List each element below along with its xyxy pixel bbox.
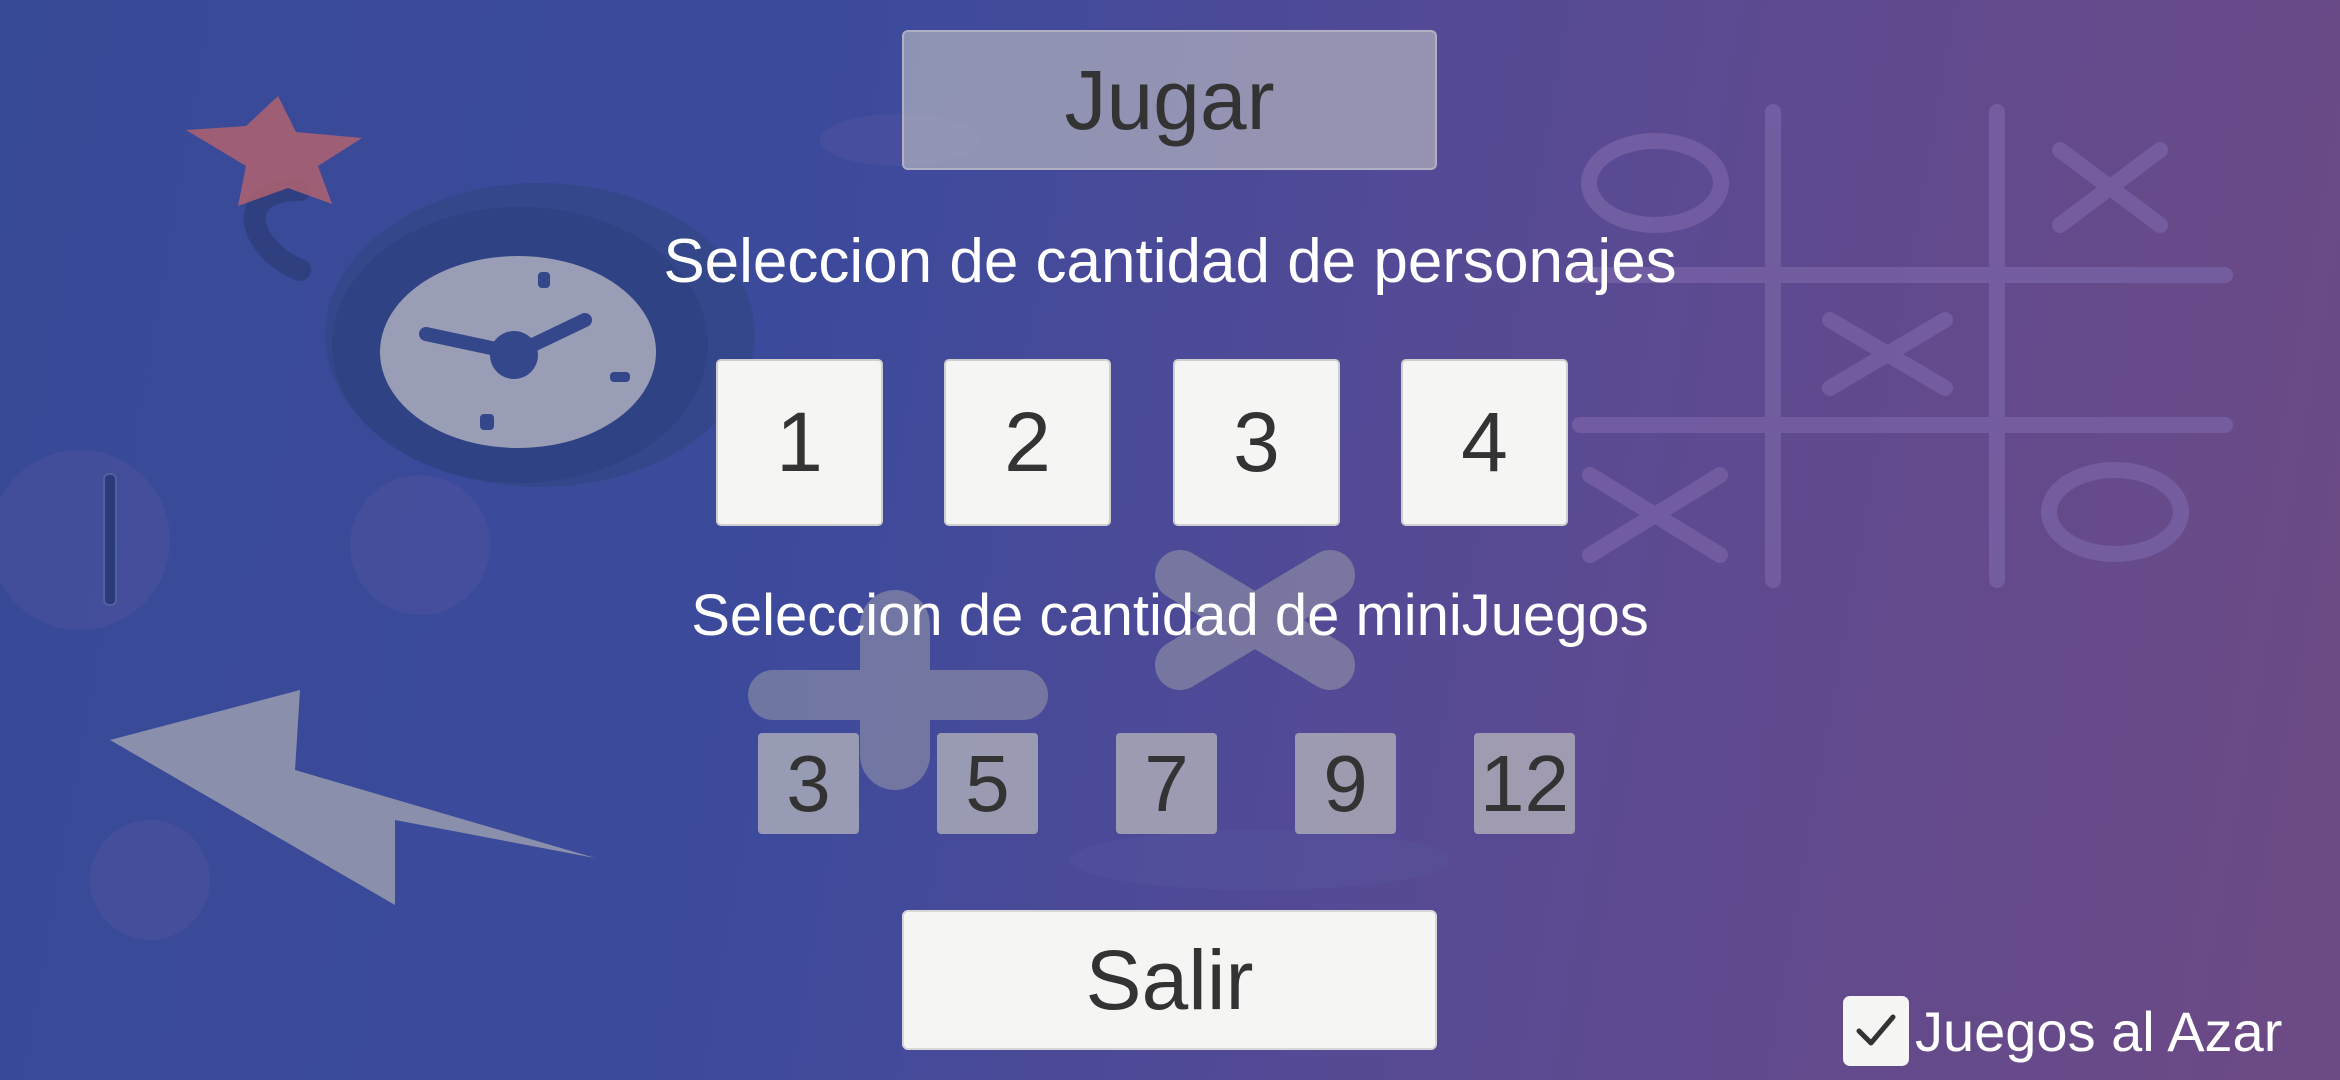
- check-icon: [1856, 1014, 1896, 1046]
- minigame-count-3-button[interactable]: 3: [758, 733, 859, 834]
- minigame-count-5-button[interactable]: 5: [937, 733, 1038, 834]
- character-count-4-button[interactable]: 4: [1401, 359, 1568, 526]
- character-count-1-button[interactable]: 1: [716, 359, 883, 526]
- play-button[interactable]: Jugar: [902, 30, 1437, 170]
- character-count-2-button[interactable]: 2: [944, 359, 1111, 526]
- random-games-toggle[interactable]: Juegos al Azar: [1843, 995, 2282, 1067]
- minigame-count-7-button[interactable]: 7: [1116, 733, 1217, 834]
- character-count-3-button[interactable]: 3: [1173, 359, 1340, 526]
- characters-heading: Seleccion de cantidad de personajes: [663, 227, 1677, 296]
- minigame-count-9-button[interactable]: 9: [1295, 733, 1396, 834]
- side-scroll-handle[interactable]: [103, 473, 117, 606]
- random-games-label: Juegos al Azar: [1915, 999, 2283, 1063]
- random-games-checkbox[interactable]: [1843, 996, 1909, 1066]
- minigames-heading: Seleccion de cantidad de miniJuegos: [691, 583, 1649, 648]
- minigame-count-12-button[interactable]: 12: [1474, 733, 1575, 834]
- quit-button[interactable]: Salir: [902, 910, 1437, 1050]
- tic-tac-toe-icon: [1572, 104, 2233, 588]
